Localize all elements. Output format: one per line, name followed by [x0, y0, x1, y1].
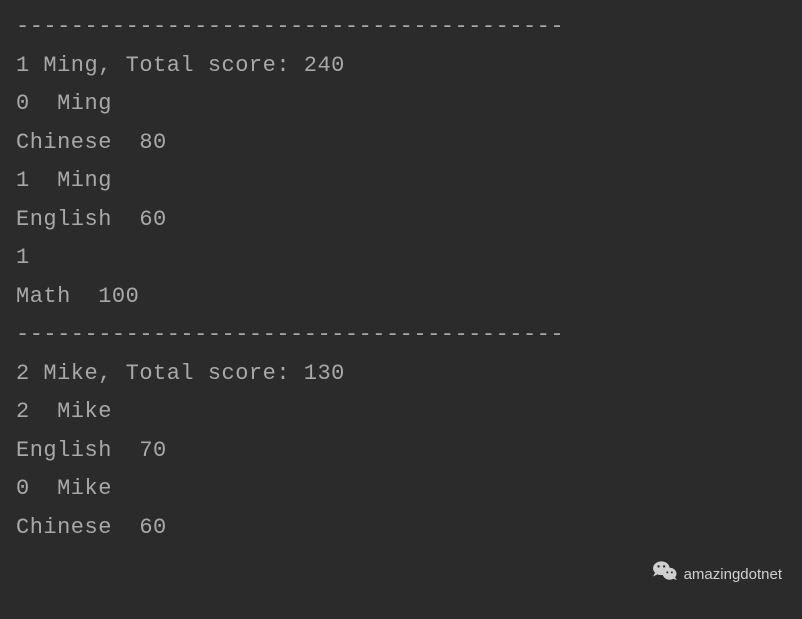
output-line: ----------------------------------------	[16, 316, 786, 355]
output-line: ----------------------------------------	[16, 8, 786, 47]
output-line: Chinese 80	[16, 124, 786, 163]
wechat-icon	[652, 560, 678, 591]
watermark-text: amazingdotnet	[684, 562, 782, 588]
output-line: 1 Ming, Total score: 240	[16, 47, 786, 86]
output-line: Math 100	[16, 278, 786, 317]
output-line: 0 Mike	[16, 470, 786, 509]
output-line: Chinese 60	[16, 509, 786, 548]
output-line: 1 Ming	[16, 162, 786, 201]
output-line: 1	[16, 239, 786, 278]
watermark: amazingdotnet	[652, 560, 782, 591]
output-line: English 70	[16, 432, 786, 471]
output-line: English 60	[16, 201, 786, 240]
output-line: 0 Ming	[16, 85, 786, 124]
output-line: 2 Mike, Total score: 130	[16, 355, 786, 394]
output-line: 2 Mike	[16, 393, 786, 432]
console-output: ----------------------------------------…	[16, 8, 786, 547]
